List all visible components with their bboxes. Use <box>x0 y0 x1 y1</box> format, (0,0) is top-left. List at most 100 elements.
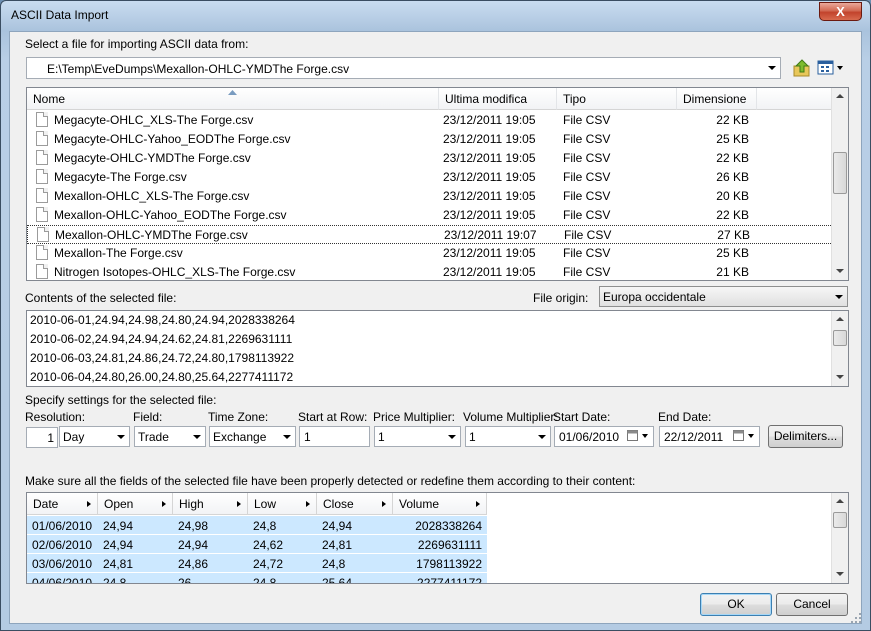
file-row[interactable]: Mexallon-OHLC-YMDThe Forge.csv 23/12/2011… <box>27 225 833 244</box>
grid-cell[interactable]: 2277411172 <box>393 573 487 583</box>
price-multiplier-select[interactable]: 1 <box>374 426 461 447</box>
grid-column-header[interactable]: Date <box>27 493 98 515</box>
calendar-icon[interactable] <box>627 430 651 442</box>
grid-column-header[interactable]: Open <box>98 493 173 515</box>
grid-cell[interactable]: 24,98 <box>173 516 248 535</box>
content-line: 2010-06-01,24.94,24.98,24.80,24.94,20283… <box>30 313 295 327</box>
cancel-button[interactable]: Cancel <box>776 593 848 616</box>
grid-cell[interactable]: 24,94 <box>317 516 393 535</box>
fields-grid[interactable]: Date Open High Low Close Volume 01/06/2010 24,… <box>26 492 849 584</box>
grid-cell[interactable]: 01/06/2010 <box>27 516 98 535</box>
column-menu-icon[interactable] <box>306 501 310 507</box>
timezone-select[interactable]: Exchange <box>209 426 296 447</box>
grid-cell[interactable]: 02/06/2010 <box>27 535 98 554</box>
grid-column-header[interactable]: Close <box>317 493 393 515</box>
file-row[interactable]: Megacyte-OHLC-YMDThe Forge.csv 23/12/2011… <box>27 149 833 168</box>
column-menu-icon[interactable] <box>162 501 166 507</box>
grid-cell[interactable]: 24,8 <box>248 573 317 583</box>
grid-cell[interactable]: 1798113922 <box>393 554 487 573</box>
ok-button[interactable]: OK <box>700 593 772 616</box>
file-select-label: Select a file for importing ASCII data f… <box>25 37 249 51</box>
scroll-down-icon[interactable] <box>832 263 848 280</box>
file-origin-select[interactable]: Europa occidentale <box>599 286 848 307</box>
column-menu-icon[interactable] <box>476 501 480 507</box>
grid-cell[interactable]: 24,94 <box>98 516 173 535</box>
file-row[interactable]: Mexallon-OHLC_XLS-The Forge.csv 23/12/201… <box>27 187 833 206</box>
grid-cell[interactable]: 24,86 <box>173 554 248 573</box>
column-menu-icon[interactable] <box>382 501 386 507</box>
grid-cell[interactable]: 26 <box>173 573 248 583</box>
resolution-count-input[interactable]: 1 <box>26 427 58 448</box>
chevron-down-icon[interactable] <box>188 427 205 446</box>
scroll-thumb[interactable] <box>833 152 847 194</box>
fields-grid-scrollbar[interactable] <box>831 493 848 583</box>
chevron-down-icon[interactable] <box>533 427 550 446</box>
chevron-down-icon[interactable] <box>112 427 129 446</box>
scroll-up-icon[interactable] <box>832 493 848 510</box>
view-menu-icon[interactable] <box>817 60 845 76</box>
grid-cell[interactable]: 24,62 <box>248 535 317 554</box>
grid-cell[interactable]: 24,94 <box>98 535 173 554</box>
grid-cell[interactable]: 24,8 <box>317 554 393 573</box>
chevron-down-icon[interactable] <box>830 287 847 306</box>
scroll-up-icon[interactable] <box>832 311 848 328</box>
scroll-thumb[interactable] <box>833 512 847 528</box>
resolution-unit-select[interactable]: Day <box>59 426 130 447</box>
grid-cell[interactable]: 25,64 <box>317 573 393 583</box>
scroll-down-icon[interactable] <box>832 566 848 583</box>
column-menu-icon[interactable] <box>237 501 241 507</box>
file-path-combo[interactable]: E:\Temp\EveDumps\Mexallon-OHLC-YMDThe Fo… <box>26 57 781 79</box>
resize-grip-icon[interactable] <box>850 612 862 624</box>
up-folder-icon[interactable] <box>793 58 811 78</box>
delimiters-button[interactable]: Delimiters... <box>768 425 843 448</box>
file-contents-view[interactable]: 2010-06-01,24.94,24.98,24.80,24.94,20283… <box>26 310 849 387</box>
column-header-type[interactable]: Tipo <box>557 88 677 110</box>
close-button[interactable]: X <box>819 2 862 21</box>
grid-cell[interactable]: 24,8 <box>98 573 173 583</box>
chevron-down-icon[interactable] <box>278 427 295 446</box>
file-row[interactable]: Megacyte-The Forge.csv 23/12/2011 19:05 Fi… <box>27 168 833 187</box>
file-row[interactable]: Megacyte-OHLC_XLS-The Forge.csv 23/12/201… <box>27 111 833 130</box>
chevron-down-icon[interactable] <box>763 58 780 77</box>
grid-column-header[interactable]: High <box>173 493 248 515</box>
file-origin-value: Europa occidentale <box>603 290 706 304</box>
start-row-input[interactable]: 1 <box>299 426 370 447</box>
grid-cell[interactable]: 24,94 <box>173 535 248 554</box>
timezone-label: Time Zone: <box>208 410 269 424</box>
file-name: Megacyte-The Forge.csv <box>54 170 187 184</box>
contents-scrollbar[interactable] <box>831 311 848 386</box>
file-row[interactable]: Megacyte-OHLC-Yahoo_EODThe Forge.csv 23/1… <box>27 130 833 149</box>
grid-header-filler <box>487 493 832 515</box>
field-select[interactable]: Trade <box>134 426 206 447</box>
grid-cell[interactable]: 2028338264 <box>393 516 487 535</box>
contents-label: Contents of the selected file: <box>25 291 177 305</box>
file-row[interactable]: Nitrogen Isotopes-OHLC_XLS-The Forge.csv… <box>27 263 833 280</box>
title-bar[interactable]: ASCII Data Import X <box>1 1 870 31</box>
file-list-scrollbar[interactable] <box>831 88 848 280</box>
column-header-size[interactable]: Dimensione <box>677 88 757 110</box>
volume-multiplier-select[interactable]: 1 <box>465 426 551 447</box>
file-list[interactable]: Nome Ultima modifica Tipo Dimensione Meg… <box>26 87 849 281</box>
file-size: 21 KB <box>716 265 749 279</box>
file-name: Megacyte-OHLC-Yahoo_EODThe Forge.csv <box>54 132 291 146</box>
chevron-down-icon[interactable] <box>443 427 460 446</box>
grid-cell[interactable]: 2269631111 <box>393 535 487 554</box>
scroll-down-icon[interactable] <box>832 369 848 386</box>
scroll-up-icon[interactable] <box>832 88 848 105</box>
grid-cell[interactable]: 24,81 <box>98 554 173 573</box>
column-menu-icon[interactable] <box>87 501 91 507</box>
file-row[interactable]: Mexallon-OHLC-Yahoo_EODThe Forge.csv 23/1… <box>27 206 833 225</box>
field-value: Trade <box>138 430 169 444</box>
grid-column-header[interactable]: Low <box>248 493 317 515</box>
grid-column-header[interactable]: Volume <box>393 493 487 515</box>
field-label: Field: <box>133 410 163 424</box>
grid-cell[interactable]: 03/06/2010 <box>27 554 98 573</box>
grid-cell[interactable]: 24,72 <box>248 554 317 573</box>
grid-cell[interactable]: 24,81 <box>317 535 393 554</box>
grid-cell[interactable]: 04/06/2010 <box>27 573 98 583</box>
calendar-icon[interactable] <box>733 430 757 442</box>
file-row[interactable]: Mexallon-The Forge.csv 23/12/2011 19:05 Fi… <box>27 244 833 263</box>
grid-cell[interactable]: 24,8 <box>248 516 317 535</box>
scroll-thumb[interactable] <box>833 330 847 346</box>
column-header-modified[interactable]: Ultima modifica <box>439 88 557 110</box>
